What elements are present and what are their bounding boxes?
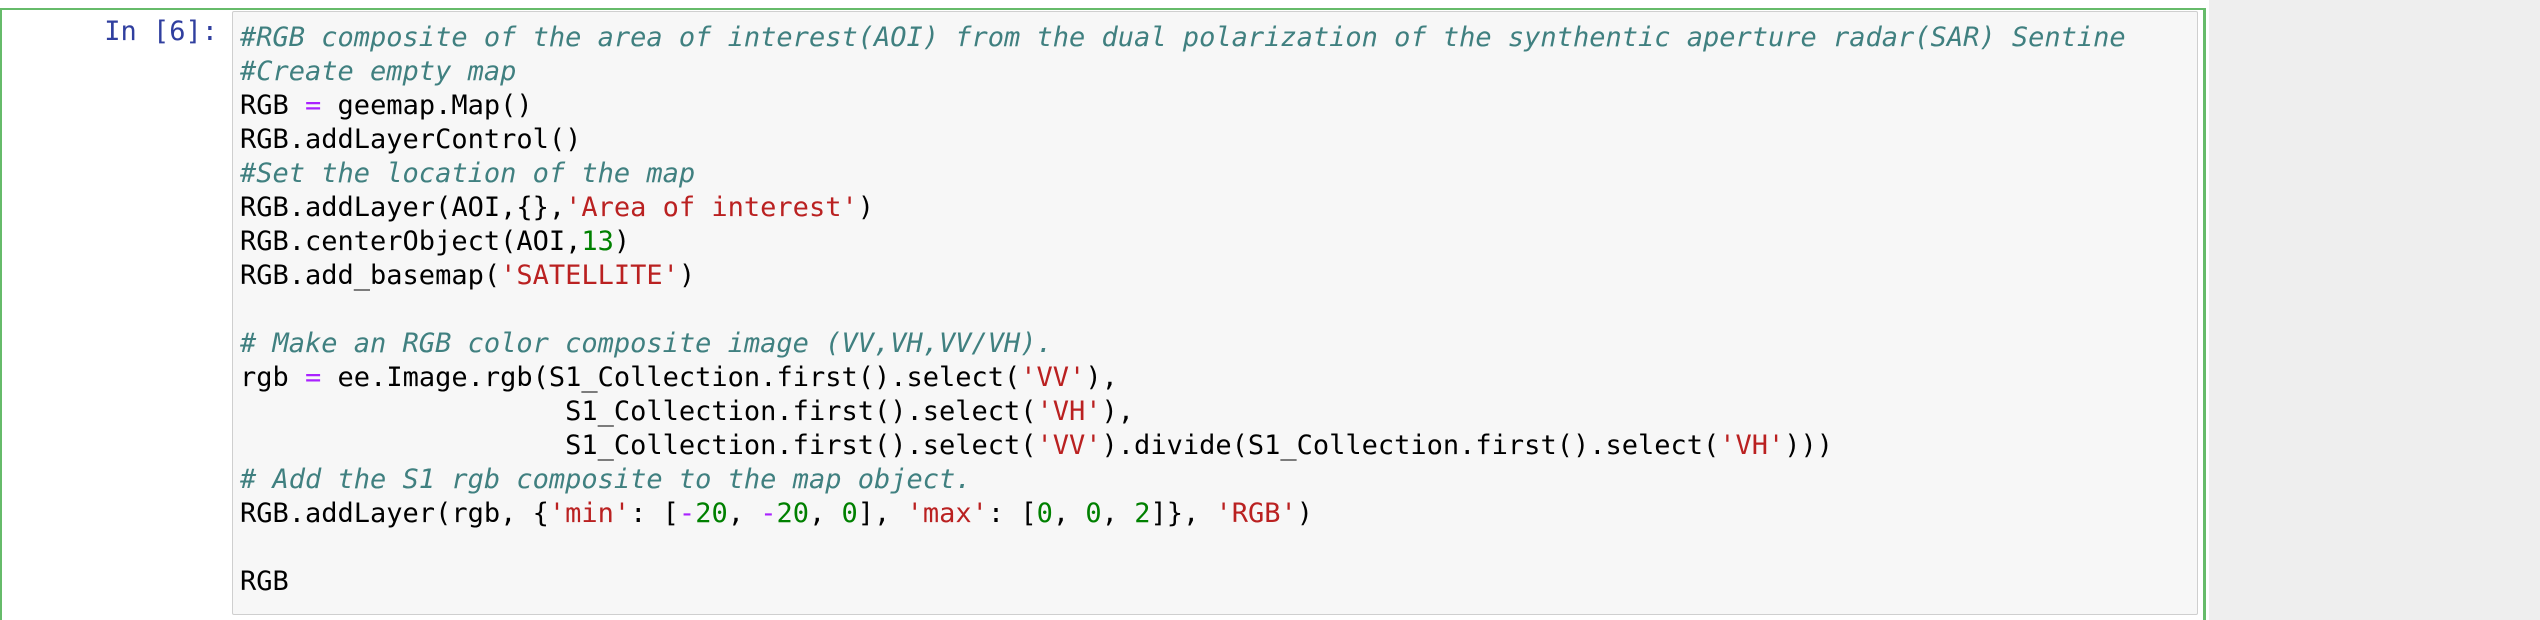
code-token: RGB.addLayer(rgb, { [240,498,549,529]
code-token: geemap.Map() [321,90,533,121]
code-token: ee.Image.rgb(S1_Collection.first().selec… [321,362,1021,393]
code-token: 'RGB' [1215,498,1297,529]
code-line: #RGB composite of the area of interest(A… [240,21,2126,55]
code-token: ) [613,226,631,257]
input-prompt: In [6]: [104,16,218,47]
code-token: 'VV' [1036,430,1102,461]
code-token: ), [1101,396,1135,427]
code-token: RGB [240,90,306,121]
code-token: ) [857,192,874,223]
code-token: #Set the location of the map [240,158,696,189]
code-token: ))) [1784,430,1834,461]
code-line: RGB.addLayerControl() [240,123,2126,157]
code-line: # Make an RGB color composite image (VV,… [240,327,2126,361]
code-token: - [760,498,777,529]
code-token: - [678,498,696,529]
notebook-page: In [6]: #RGB composite of the area of in… [0,0,2540,620]
code-token: RGB.addLayer(AOI,{}, [240,192,566,223]
code-token: , [809,498,842,529]
code-token: ).divide(S1_Collection.first().select( [1101,430,1720,461]
code-token: 20 [695,498,728,529]
code-token: , [1052,498,1086,529]
code-token: S1_Collection.first().select( [240,430,1037,461]
code-line: rgb = ee.Image.rgb(S1_Collection.first()… [240,361,2126,395]
code-token: : [ [987,498,1037,529]
code-token: RGB [240,566,289,597]
code-line: RGB.add_basemap('SATELLITE') [240,259,2126,293]
code-token: RGB.centerObject(AOI, [240,226,582,257]
code-token: = [305,362,322,393]
code-line: S1_Collection.first().select('VV').divid… [240,429,2126,463]
code-token: # Make an RGB color composite image (VV,… [240,328,1053,359]
code-token: 20 [776,498,809,529]
code-token: 0 [1036,498,1053,529]
code-line: S1_Collection.first().select('VH'), [240,395,2126,429]
code-token: 2 [1134,498,1151,529]
code-line: RGB.addLayer(AOI,{},'Area of interest') [240,191,2126,225]
code-token: , [727,498,761,529]
code-line: RGB [240,565,2126,599]
code-token: ]}, [1150,498,1216,529]
code-token: 'SATELLITE' [500,260,679,291]
code-token: ) [1296,498,1314,529]
code-token: 'VH' [1719,430,1785,461]
code-token: 0 [841,498,858,529]
code-token: #Create empty map [240,56,517,87]
code-token: rgb [240,362,306,393]
code-token: = [305,90,322,121]
code-token: 'max' [906,498,988,529]
code-token: : [ [630,498,679,529]
code-token: S1_Collection.first().select( [240,396,1037,427]
code-token: 'Area of interest' [565,192,858,223]
code-line: RGB.centerObject(AOI,13) [240,225,2126,259]
code-line: RGB = geemap.Map() [240,89,2126,123]
code-line: # Add the S1 rgb composite to the map ob… [240,463,2126,497]
code-token: , [1101,498,1135,529]
code-line: RGB.addLayer(rgb, {'min': [-20, -20, 0],… [240,497,2126,531]
code-block[interactable]: #RGB composite of the area of interest(A… [240,21,2126,599]
code-token: 'VV' [1020,362,1086,393]
code-token: ), [1085,362,1118,393]
code-line: #Set the location of the map [240,157,2126,191]
code-token: RGB.add_basemap( [240,260,501,291]
code-token: #RGB composite of the area of interest(A… [240,22,2126,53]
code-token: 0 [1085,498,1102,529]
code-token: # Add the S1 rgb composite to the map ob… [240,464,972,495]
notebook-side-gutter [2209,0,2540,620]
code-token: ], [857,498,907,529]
code-token: 'VH' [1036,396,1102,427]
code-token: ) [678,260,696,291]
code-token: 13 [581,226,614,257]
code-token: RGB.addLayerControl() [240,124,582,155]
code-token: 'min' [548,498,631,529]
code-editor[interactable]: #RGB composite of the area of interest(A… [232,11,2198,615]
code-line: #Create empty map [240,55,2126,89]
